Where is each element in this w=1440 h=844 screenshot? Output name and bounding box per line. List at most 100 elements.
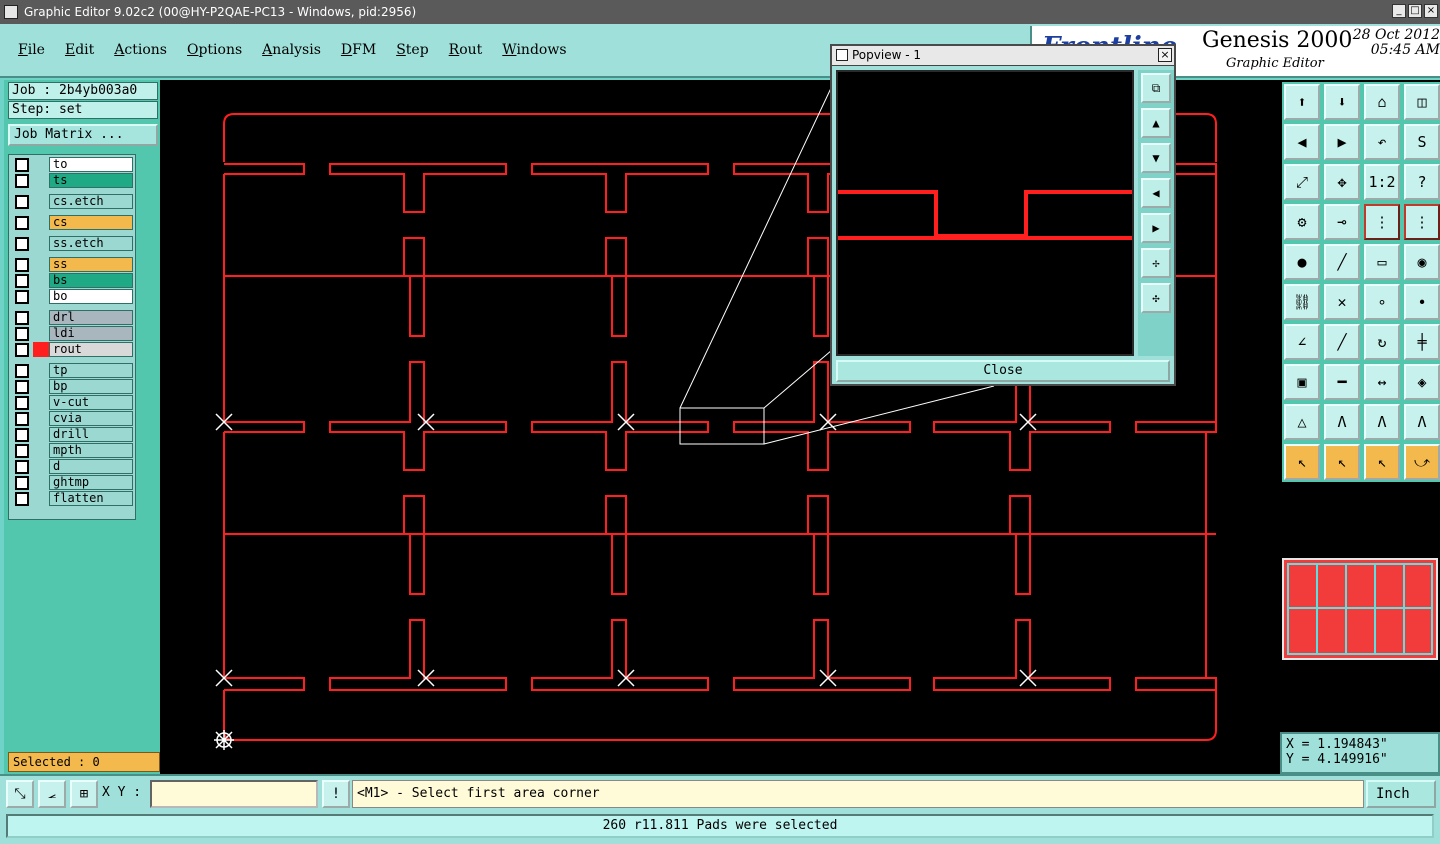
layer-row-bs[interactable]: bs — [11, 273, 133, 288]
layer-name[interactable]: v-cut — [49, 395, 133, 410]
ruler-icon[interactable]: ▭ — [1364, 244, 1400, 280]
menu-edit[interactable]: Edit — [55, 42, 104, 58]
select-path-icon[interactable]: ⤻ — [1404, 444, 1440, 480]
layer-name[interactable]: ldi — [49, 326, 133, 341]
layer-checkbox[interactable] — [15, 310, 29, 325]
layer-name[interactable]: rout — [49, 342, 133, 357]
menu-analysis[interactable]: Analysis — [252, 42, 331, 58]
layer-checkbox[interactable] — [15, 257, 29, 272]
fence-icon[interactable]: ╪ — [1404, 324, 1440, 360]
xy-input[interactable] — [150, 780, 318, 808]
snap-mode-icon[interactable]: ⤡ — [6, 780, 34, 808]
layer-checkbox[interactable] — [15, 194, 29, 209]
undo-view-icon[interactable]: ↶ — [1364, 124, 1400, 160]
help-icon[interactable]: ? — [1404, 164, 1440, 200]
layer-name[interactable]: cs — [49, 215, 133, 230]
layer-row-flatten[interactable]: flatten — [11, 491, 133, 506]
layer-name[interactable]: d — [49, 459, 133, 474]
minimize-button[interactable]: _ — [1392, 4, 1406, 18]
layer-checkbox[interactable] — [15, 443, 29, 458]
layer-checkbox[interactable] — [15, 491, 29, 506]
close-window-button[interactable]: × — [1424, 4, 1438, 18]
circle-select-icon[interactable]: ◉ — [1404, 244, 1440, 280]
menu-step[interactable]: Step — [386, 42, 438, 58]
trace-icon[interactable]: ━ — [1324, 364, 1360, 400]
measure-icon[interactable]: ⚙ — [1284, 204, 1320, 240]
dimension-icon[interactable]: ↔ — [1364, 364, 1400, 400]
connect-icon[interactable]: ⛓ — [1284, 284, 1320, 320]
menu-actions[interactable]: Actions — [104, 42, 177, 58]
popview-pan-up-icon[interactable]: ▲ — [1141, 108, 1171, 138]
select-cursor-icon[interactable]: ↖ — [1284, 444, 1320, 480]
menu-file[interactable]: File — [8, 42, 55, 58]
angle-icon[interactable]: ∠ — [1284, 324, 1320, 360]
menu-dfm[interactable]: DFM — [331, 42, 386, 58]
line-icon[interactable]: ╱ — [1324, 244, 1360, 280]
layer-name[interactable]: bo — [49, 289, 133, 304]
layer-checkbox[interactable] — [15, 236, 29, 251]
layer-row-ss.etch[interactable]: ss.etch — [11, 236, 133, 251]
layer-checkbox[interactable] — [15, 157, 29, 172]
menu-options[interactable]: Options — [177, 42, 252, 58]
layer-checkbox[interactable] — [15, 363, 29, 378]
triangle-a-icon[interactable]: △ — [1284, 404, 1320, 440]
layer-checkbox[interactable] — [15, 173, 29, 188]
pan-left-icon[interactable]: ◀ — [1284, 124, 1320, 160]
layer-checkbox[interactable] — [15, 459, 29, 474]
alert-icon[interactable]: ! — [322, 780, 350, 808]
select-mode-icon[interactable]: ↖ — [1364, 444, 1400, 480]
popview-close-button[interactable]: Close — [836, 360, 1170, 382]
layer-name[interactable]: mpth — [49, 443, 133, 458]
layer-row-to[interactable]: to — [11, 157, 133, 172]
popview-zoom-in-icon[interactable]: ✢ — [1141, 248, 1171, 278]
menu-rout[interactable]: Rout — [439, 42, 493, 58]
popview-zoom-home-icon[interactable]: ⧉ — [1141, 73, 1171, 103]
job-matrix-button[interactable]: Job Matrix ... — [8, 124, 158, 146]
group-icon[interactable]: ◈ — [1404, 364, 1440, 400]
fit-icon[interactable]: ⤢ — [1284, 164, 1320, 200]
triangle-b-icon[interactable]: Λ — [1324, 404, 1360, 440]
popview-pan-down-icon[interactable]: ▼ — [1141, 143, 1171, 173]
maximize-button[interactable]: □ — [1408, 4, 1422, 18]
layer-checkbox[interactable] — [15, 342, 29, 357]
triangle-d-icon[interactable]: Λ — [1404, 404, 1440, 440]
layer-filter-alt-icon[interactable]: ⋮ — [1404, 204, 1440, 240]
layer-row-cvia[interactable]: cvia — [11, 411, 133, 426]
scale-icon[interactable]: 1:2 — [1364, 164, 1400, 200]
cross-icon[interactable]: ✕ — [1324, 284, 1360, 320]
pad-move-icon[interactable]: ▣ — [1284, 364, 1320, 400]
layer-row-drill[interactable]: drill — [11, 427, 133, 442]
node-alt-icon[interactable]: ∙ — [1404, 284, 1440, 320]
home-icon[interactable]: ⌂ — [1364, 84, 1400, 120]
zoom-down-icon[interactable]: ⬇ — [1324, 84, 1360, 120]
layer-checkbox[interactable] — [15, 379, 29, 394]
layer-checkbox[interactable] — [15, 411, 29, 426]
popview-screen[interactable] — [836, 70, 1134, 356]
layer-name[interactable]: cvia — [49, 411, 133, 426]
redraw-icon[interactable]: S — [1404, 124, 1440, 160]
layer-name[interactable]: bp — [49, 379, 133, 394]
layer-row-bp[interactable]: bp — [11, 379, 133, 394]
popview-pan-left-icon[interactable]: ◀ — [1141, 178, 1171, 208]
layer-row-drl[interactable]: drl — [11, 310, 133, 325]
center-icon[interactable]: ✥ — [1324, 164, 1360, 200]
layer-name[interactable]: ghtmp — [49, 475, 133, 490]
popview-zoom-out-icon[interactable]: ✣ — [1141, 283, 1171, 313]
layer-name[interactable]: drl — [49, 310, 133, 325]
layer-row-ss[interactable]: ss — [11, 257, 133, 272]
unit-selector[interactable]: Inch — [1366, 780, 1436, 808]
layer-row-tp[interactable]: tp — [11, 363, 133, 378]
pan-right-icon[interactable]: ▶ — [1324, 124, 1360, 160]
layer-row-v-cut[interactable]: v-cut — [11, 395, 133, 410]
select-box-icon[interactable]: ↖ — [1324, 444, 1360, 480]
snap-icon[interactable]: ⊸ — [1324, 204, 1360, 240]
split-view-icon[interactable]: ◫ — [1404, 84, 1440, 120]
grid-mode-icon[interactable]: ⊞ — [70, 780, 98, 808]
layer-name[interactable]: ss — [49, 257, 133, 272]
layer-row-rout[interactable]: rout — [11, 342, 133, 357]
layer-row-mpth[interactable]: mpth — [11, 443, 133, 458]
layer-name[interactable]: to — [49, 157, 133, 172]
popview-close-icon[interactable]: × — [1158, 48, 1172, 62]
node-icon[interactable]: ∘ — [1364, 284, 1400, 320]
triangle-c-icon[interactable]: Λ — [1364, 404, 1400, 440]
